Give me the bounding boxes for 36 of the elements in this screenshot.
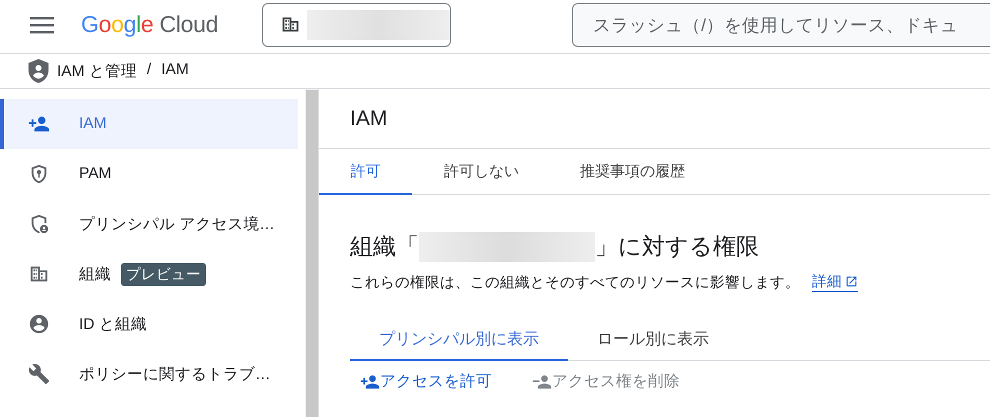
sidebar-item[interactable]: PAM xyxy=(0,149,298,199)
sidebar-label: プリンシパル アクセス境… xyxy=(79,214,275,234)
view-tab[interactable]: ロール別に表示 xyxy=(568,320,738,361)
view-tab[interactable]: プリンシパル別に表示 xyxy=(350,320,568,361)
tab[interactable]: 許可しない xyxy=(412,149,550,195)
project-picker[interactable] xyxy=(262,2,452,46)
sidebar-label: PAM xyxy=(79,165,112,183)
tab[interactable]: 推奨事項の履歴 xyxy=(550,149,715,195)
page-title: IAM xyxy=(350,106,388,130)
search-field[interactable]: スラッシュ（/）を使用してリソース、ドキュ xyxy=(572,2,990,46)
breadcrumb-separator: / xyxy=(146,60,152,80)
menu-icon[interactable] xyxy=(30,16,54,34)
sidebar-item[interactable]: 組織 プレビュー xyxy=(0,249,298,299)
sidebar-label: IAM xyxy=(79,115,107,133)
sidebar-item[interactable]: プリンシパル アクセス境… xyxy=(0,199,298,249)
scrollbar-thumb[interactable] xyxy=(306,90,318,417)
google-cloud-logo[interactable]: Google Cloud xyxy=(81,11,218,38)
learn-more-link[interactable]: 詳細 xyxy=(812,272,858,292)
grant-access-button[interactable]: アクセスを許可 xyxy=(360,371,492,392)
breadcrumb-item[interactable]: IAM xyxy=(161,60,189,82)
sidebar-item[interactable]: IAM xyxy=(0,99,298,149)
sidebar-item[interactable]: ID と組織 xyxy=(0,299,298,349)
preview-badge: プレビュー xyxy=(121,262,206,286)
sidebar-item[interactable]: ポリシーに関するトラブ… xyxy=(0,349,298,399)
wrench-icon xyxy=(28,363,50,385)
sidebar-label: 組織 xyxy=(79,264,111,284)
search-placeholder: スラッシュ（/）を使用してリソース、ドキュ xyxy=(593,14,958,36)
sidebar-label: ポリシーに関するトラブ… xyxy=(79,364,270,384)
breadcrumb-item[interactable]: IAM と管理 xyxy=(57,60,137,82)
description-text: これらの権限は、この組織とそのすべてのリソースに影響します。 xyxy=(350,274,800,292)
shield-person-icon xyxy=(28,59,49,83)
sidebar-label: ID と組織 xyxy=(79,314,147,334)
heading-prefix: 組織「 xyxy=(350,232,419,261)
heading-suffix: 」に対する権限 xyxy=(595,232,759,261)
external-link-icon xyxy=(845,275,858,288)
tab[interactable]: 許可 xyxy=(319,149,412,195)
